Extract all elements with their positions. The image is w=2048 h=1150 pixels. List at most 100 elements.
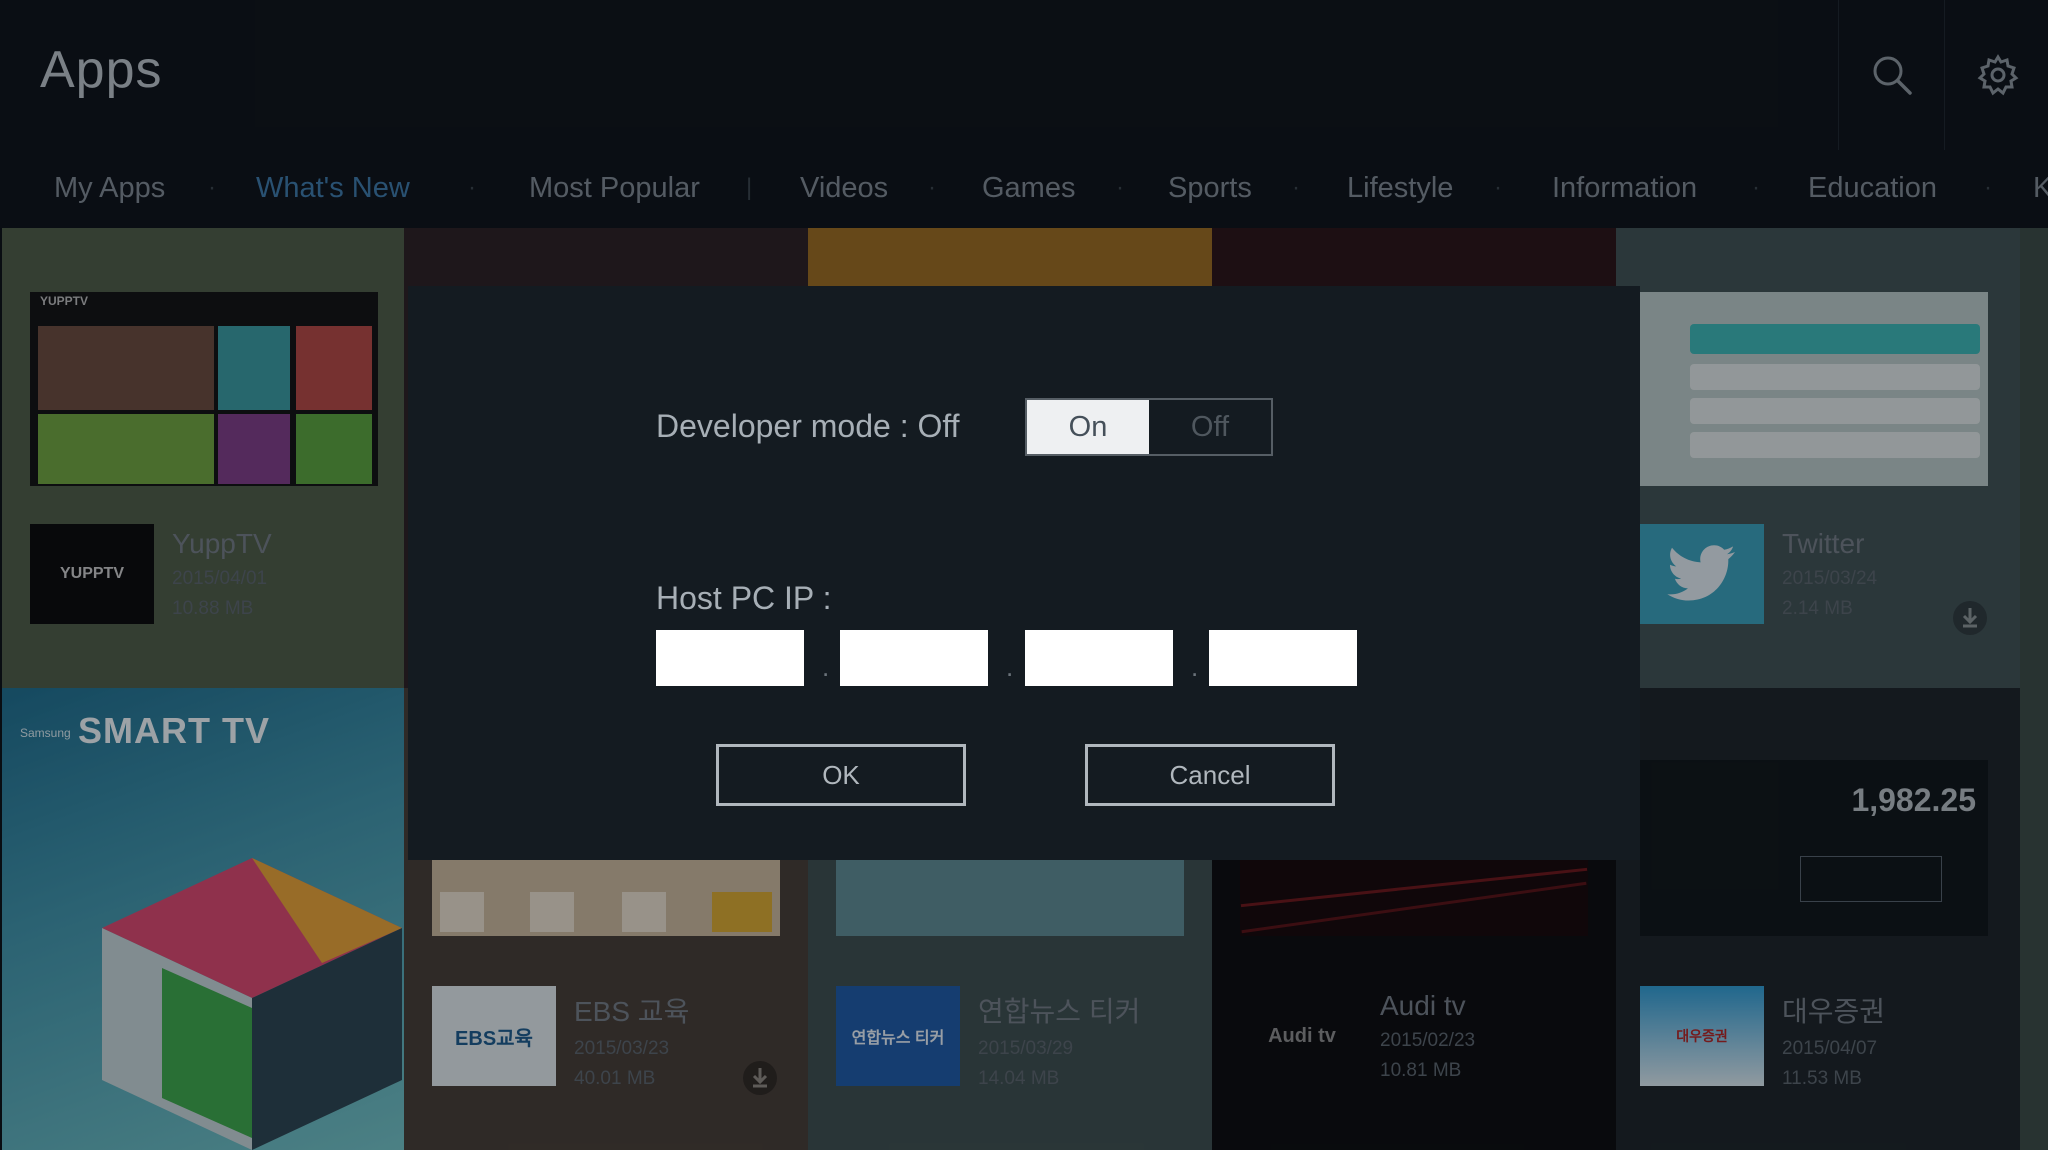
tab-separator: · — [1984, 174, 1992, 201]
tab-separator: · — [1494, 174, 1502, 201]
settings-button[interactable] — [1944, 0, 2048, 150]
tab-separator: · — [1116, 174, 1124, 201]
tab-separator: · — [1292, 174, 1300, 201]
ip-octet-2-input[interactable] — [840, 630, 988, 686]
app-name: EBS 교육 — [574, 996, 690, 1027]
daewoo-logo: 대우증권 — [1640, 986, 1764, 1086]
banner-brand: SMART TV — [78, 710, 270, 751]
category-tabs: My Apps · What's New · Most Popular | Vi… — [0, 160, 2048, 220]
thumb-tile — [218, 326, 290, 410]
app-size: 14.04 MB — [978, 1068, 1060, 1089]
tab-most-popular[interactable]: Most Popular — [529, 160, 700, 216]
tab-lifestyle[interactable]: Lifestyle — [1347, 160, 1453, 216]
download-icon[interactable] — [742, 1060, 778, 1096]
thumb-streak — [1241, 881, 1587, 934]
app-tile-twitter[interactable]: Twitter 2015/03/24 2.14 MB — [1616, 228, 2020, 688]
tab-more[interactable]: K — [2033, 160, 2048, 216]
tab-separator: · — [928, 174, 936, 201]
app-date: 2015/03/24 — [1782, 568, 1878, 589]
audi-logo: Audi tv — [1240, 986, 1364, 1086]
twitter-logo — [1640, 524, 1764, 624]
app-name: Twitter — [1782, 528, 1865, 559]
app-date: 2015/03/23 — [574, 1038, 670, 1059]
thumb-streak — [1240, 867, 1588, 908]
tab-separator: · — [208, 174, 216, 201]
app-date: 2015/02/23 — [1380, 1030, 1476, 1051]
thumb-tile — [296, 414, 372, 484]
ip-octet-4-input[interactable] — [1209, 630, 1357, 686]
cancel-button[interactable]: Cancel — [1085, 744, 1335, 806]
tab-whats-new[interactable]: What's New — [256, 160, 410, 216]
thumb-face — [440, 892, 484, 932]
audi-screenshot — [1240, 858, 1588, 936]
app-header: Apps My Apps · What's New · Most Popular… — [0, 0, 2048, 228]
page-title: Apps — [40, 41, 163, 99]
ebs-logo: EBS교육 — [432, 986, 556, 1086]
ip-separator: . — [1006, 652, 1014, 682]
app-tile[interactable] — [2020, 228, 2048, 1150]
app-name: 대우증권 — [1782, 996, 1886, 1027]
thumb-tile — [218, 414, 290, 484]
stock-index-value: 1,982.25 — [1851, 782, 1976, 818]
yonhap-screenshot — [836, 858, 1184, 936]
ebs-screenshot — [432, 858, 780, 936]
yupptv-screenshot: YUPPTV — [30, 292, 378, 486]
thumb-tile — [38, 414, 214, 484]
app-meta: 연합뉴스 티커 2015/03/29 14.04 MB — [978, 990, 1140, 1090]
tab-my-apps[interactable]: My Apps — [54, 160, 165, 216]
app-tile-daewoo[interactable]: 1,982.25 대우증권 대우증권 2015/04/07 11.53 MB — [1616, 688, 2020, 1150]
app-meta: Twitter 2015/03/24 2.14 MB — [1782, 528, 1877, 620]
tab-games[interactable]: Games — [982, 160, 1075, 216]
tab-separator: | — [746, 174, 753, 201]
thumb-face — [622, 892, 666, 932]
yonhap-logo: 연합뉴스 티커 — [836, 986, 960, 1086]
banner-brand-small: Samsung — [20, 726, 71, 740]
ip-octet-1-input[interactable] — [656, 630, 804, 686]
app-name: 연합뉴스 티커 — [978, 996, 1141, 1027]
tab-education[interactable]: Education — [1808, 160, 1937, 216]
yupptv-thumb-logo: YUPPTV — [40, 294, 89, 308]
toggle-on-button[interactable]: On — [1027, 400, 1149, 454]
app-size: 10.81 MB — [1380, 1060, 1462, 1081]
thumb-row — [1690, 324, 1980, 354]
developer-mode-label: Developer mode : Off — [656, 408, 960, 444]
developer-mode-toggle: On Off — [1025, 398, 1273, 456]
search-button[interactable] — [1838, 0, 1945, 150]
yupptv-logo: YUPPTV — [30, 524, 154, 624]
tab-separator: · — [468, 174, 476, 201]
thumb-panel — [1800, 856, 1942, 902]
app-meta: Audi tv 2015/02/23 10.81 MB — [1380, 990, 1475, 1082]
thumb-tile — [296, 326, 372, 410]
tab-information[interactable]: Information — [1552, 160, 1697, 216]
host-ip-label: Host PC IP : — [656, 580, 832, 616]
daewoo-screenshot: 1,982.25 — [1640, 760, 1988, 936]
app-size: 2.14 MB — [1782, 598, 1853, 619]
tab-videos[interactable]: Videos — [800, 160, 888, 216]
app-size: 10.88 MB — [172, 598, 254, 619]
download-icon[interactable] — [1952, 600, 1988, 636]
twitter-screenshot — [1640, 292, 1988, 486]
app-date: 2015/03/29 — [978, 1038, 1074, 1059]
ip-separator: . — [1191, 652, 1199, 682]
thumb-poster — [38, 326, 214, 410]
ip-octet-3-input[interactable] — [1025, 630, 1173, 686]
thumb-row — [1690, 364, 1980, 390]
smart-tv-banner[interactable]: Samsung SMART TV — [2, 688, 404, 1150]
app-meta: 대우증권 2015/04/07 11.53 MB — [1782, 990, 1885, 1090]
app-name: Audi tv — [1380, 990, 1466, 1021]
thumb-face — [530, 892, 574, 932]
app-tile-yupptv[interactable]: YUPPTV YUPPTV YuppTV 2015/04/01 10.88 MB — [2, 228, 404, 688]
app-size: 11.53 MB — [1782, 1068, 1862, 1089]
thumb-banner — [712, 892, 772, 932]
developer-mode-dialog: Developer mode : Off On Off Host PC IP :… — [408, 286, 1640, 860]
app-name: YuppTV — [172, 528, 272, 559]
ok-button[interactable]: OK — [716, 744, 966, 806]
app-date: 2015/04/01 — [172, 568, 268, 589]
app-meta: EBS 교육 2015/03/23 40.01 MB — [574, 990, 689, 1090]
app-size: 40.01 MB — [574, 1068, 656, 1089]
search-icon — [1873, 56, 1912, 95]
toggle-off-button[interactable]: Off — [1149, 400, 1271, 454]
tab-sports[interactable]: Sports — [1168, 160, 1252, 216]
gear-icon — [1977, 54, 2019, 96]
thumb-row — [1690, 398, 1980, 424]
